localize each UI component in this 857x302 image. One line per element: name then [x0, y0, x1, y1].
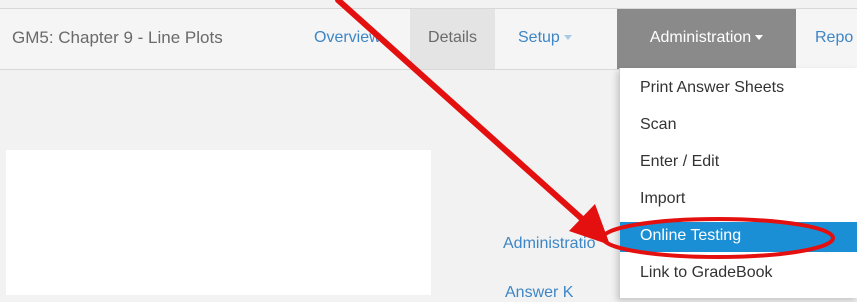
tab-setup-label: Setup — [518, 29, 560, 46]
menu-item-label: Enter / Edit — [640, 153, 720, 170]
menu-item-online-testing[interactable]: Online Testing — [620, 222, 857, 252]
menu-item-import[interactable]: Import — [620, 185, 857, 215]
tab-reports[interactable]: Repo — [815, 9, 853, 69]
tab-details[interactable]: Details — [410, 9, 495, 69]
menu-item-enter-edit[interactable]: Enter / Edit — [620, 148, 857, 178]
assessment-title: GM5: Chapter 9 - Line Plots — [12, 28, 223, 47]
tab-overview-label: Overview — [314, 29, 381, 46]
top-nav-bar: GM5: Chapter 9 - Line Plots Overview Det… — [0, 8, 857, 70]
sidebar-link-answer-key[interactable]: Answer K — [505, 284, 573, 302]
menu-item-label: Print Answer Sheets — [640, 79, 785, 96]
menu-item-scan[interactable]: Scan — [620, 111, 857, 141]
tab-administration[interactable]: Administration — [617, 9, 796, 69]
menu-item-link-to-gradebook[interactable]: Link to GradeBook — [620, 259, 857, 289]
menu-item-label: Online Testing — [640, 227, 742, 244]
sidebar-link-administration[interactable]: Administratio — [503, 235, 595, 253]
tab-overview[interactable]: Overview — [314, 9, 381, 69]
menu-item-label: Scan — [640, 116, 677, 133]
content-panel — [6, 150, 431, 295]
tab-administration-label: Administration — [649, 29, 752, 46]
menu-item-label: Import — [640, 190, 686, 207]
tab-setup[interactable]: Setup — [518, 9, 572, 69]
chevron-down-icon — [563, 35, 572, 41]
chevron-down-icon — [755, 35, 764, 41]
administration-dropdown-menu: Print Answer Sheets Scan Enter / Edit Im… — [619, 68, 857, 298]
menu-item-print-answer-sheets[interactable]: Print Answer Sheets — [620, 74, 857, 104]
tab-reports-label: Repo — [815, 29, 854, 46]
menu-item-label: Link to GradeBook — [640, 264, 773, 281]
tab-details-label: Details — [428, 29, 477, 46]
